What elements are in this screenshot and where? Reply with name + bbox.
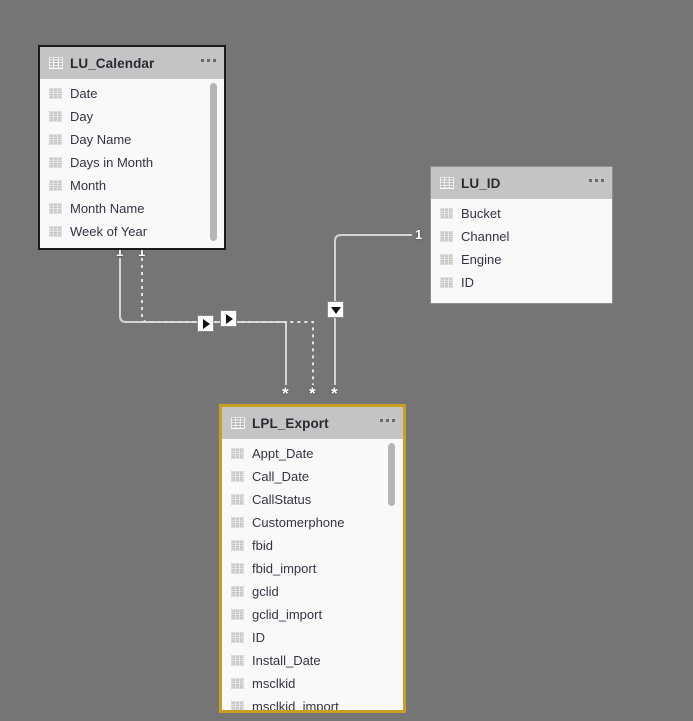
field-row[interactable]: Customerphone — [222, 511, 403, 534]
table-name-label: LPL_Export — [252, 415, 329, 431]
field-row[interactable]: Month — [40, 174, 224, 197]
table-field-icon — [440, 277, 453, 288]
field-name-label: Appt_Date — [252, 446, 314, 461]
table-field-list-lu-calendar[interactable]: Date Day Day Name Days in Month Month Mo… — [40, 79, 224, 248]
field-name-label: Channel — [461, 229, 510, 244]
field-row[interactable]: Day — [40, 105, 224, 128]
table-field-icon — [49, 180, 62, 191]
field-row[interactable]: fbid — [222, 534, 403, 557]
more-options-icon[interactable] — [380, 419, 395, 427]
cardinality-one-luid: 1 — [415, 227, 423, 242]
table-field-icon — [440, 208, 453, 219]
table-field-icon — [231, 540, 244, 551]
field-row[interactable]: Bucket — [431, 202, 612, 225]
field-row[interactable]: Month Name — [40, 197, 224, 220]
table-field-icon — [231, 586, 244, 597]
field-row[interactable]: Call_Date — [222, 465, 403, 488]
field-row[interactable]: Install_Date — [222, 649, 403, 672]
field-name-label: gclid_import — [252, 607, 323, 622]
table-field-icon — [49, 88, 62, 99]
table-card-lu-calendar[interactable]: LU_Calendar Date Day Day Name Days in Mo… — [38, 45, 226, 250]
table-field-list-lu-id[interactable]: Bucket Channel Engine ID — [431, 199, 612, 303]
field-row[interactable]: Appt_Date — [222, 442, 403, 465]
arrow-right-icon-calendar-solid[interactable] — [197, 315, 214, 332]
table-field-icon — [231, 655, 244, 666]
field-name-label: Date — [70, 86, 98, 101]
field-name-label: ID — [252, 630, 265, 645]
arrow-right-icon-calendar-dotted[interactable] — [220, 310, 237, 327]
more-options-icon[interactable] — [201, 59, 216, 67]
field-name-label: Month Name — [70, 201, 145, 216]
field-row[interactable]: Day Name — [40, 128, 224, 151]
relationship-line-luid-solid[interactable] — [334, 234, 412, 385]
table-field-icon — [440, 231, 453, 242]
field-row[interactable]: Days in Month — [40, 151, 224, 174]
table-field-icon — [231, 632, 244, 643]
field-name-label: Customerphone — [252, 515, 345, 530]
field-row[interactable]: ID — [222, 626, 403, 649]
field-name-label: Engine — [461, 252, 502, 267]
table-field-icon — [231, 678, 244, 689]
field-name-label: Days in Month — [70, 155, 154, 170]
table-field-icon — [49, 111, 62, 122]
field-name-label: Install_Date — [252, 653, 321, 668]
table-field-icon — [231, 701, 244, 710]
vertical-scrollbar[interactable] — [210, 83, 217, 241]
field-row[interactable]: Week of Year — [40, 220, 224, 243]
table-header-lu-calendar[interactable]: LU_Calendar — [40, 47, 224, 79]
field-row[interactable]: Engine — [431, 248, 612, 271]
table-header-lpl-export[interactable]: LPL_Export — [222, 407, 403, 439]
field-name-label: Week of Year — [70, 224, 148, 239]
table-card-lpl-export[interactable]: LPL_Export Appt_Date Call_Date CallStatu… — [219, 404, 406, 713]
field-row[interactable]: Channel — [431, 225, 612, 248]
model-view-canvas[interactable]: 1 1 1 * * * LU_Calendar Date Day Day Nam… — [0, 0, 693, 721]
field-row[interactable]: Date — [40, 82, 224, 105]
field-row[interactable]: gclid — [222, 580, 403, 603]
table-icon — [231, 417, 245, 429]
vertical-scrollbar[interactable] — [388, 443, 395, 506]
table-field-list-lpl-export[interactable]: Appt_Date Call_Date CallStatus Customerp… — [222, 439, 403, 710]
table-field-icon — [49, 226, 62, 237]
field-row[interactable]: msclkid_import — [222, 695, 403, 710]
field-row[interactable]: ID — [431, 271, 612, 294]
field-name-label: fbid — [252, 538, 273, 553]
table-field-icon — [440, 254, 453, 265]
cardinality-many-calendar-dotted: * — [309, 384, 316, 403]
field-name-label: Day Name — [70, 132, 132, 147]
more-options-icon[interactable] — [589, 179, 604, 187]
table-name-label: LU_ID — [461, 175, 501, 191]
table-field-icon — [231, 609, 244, 620]
field-name-label: Day — [70, 109, 94, 124]
table-field-icon — [231, 448, 244, 459]
table-icon — [49, 57, 63, 69]
table-field-icon — [49, 157, 62, 168]
table-field-icon — [49, 134, 62, 145]
field-row[interactable]: msclkid — [222, 672, 403, 695]
table-field-icon — [231, 471, 244, 482]
table-icon — [440, 177, 454, 189]
field-name-label: fbid_import — [252, 561, 317, 576]
field-name-label: CallStatus — [252, 492, 312, 507]
field-name-label: Call_Date — [252, 469, 310, 484]
field-name-label: Bucket — [461, 206, 501, 221]
table-field-icon — [231, 563, 244, 574]
field-name-label: Month — [70, 178, 107, 193]
table-field-icon — [231, 517, 244, 528]
field-row[interactable]: CallStatus — [222, 488, 403, 511]
field-name-label: msclkid — [252, 676, 296, 691]
field-name-label: ID — [461, 275, 474, 290]
table-card-lu-id[interactable]: LU_ID Bucket Channel Engine ID — [430, 166, 613, 304]
table-name-label: LU_Calendar — [70, 55, 155, 71]
cardinality-many-calendar-solid: * — [282, 384, 289, 403]
table-header-lu-id[interactable]: LU_ID — [431, 167, 612, 199]
field-name-label: msclkid_import — [252, 699, 339, 710]
table-field-icon — [49, 203, 62, 214]
arrow-down-icon-luid[interactable] — [327, 301, 344, 318]
field-row[interactable]: fbid_import — [222, 557, 403, 580]
field-row[interactable]: gclid_import — [222, 603, 403, 626]
table-field-icon — [231, 494, 244, 505]
cardinality-many-luid: * — [331, 384, 338, 403]
field-name-label: gclid — [252, 584, 279, 599]
